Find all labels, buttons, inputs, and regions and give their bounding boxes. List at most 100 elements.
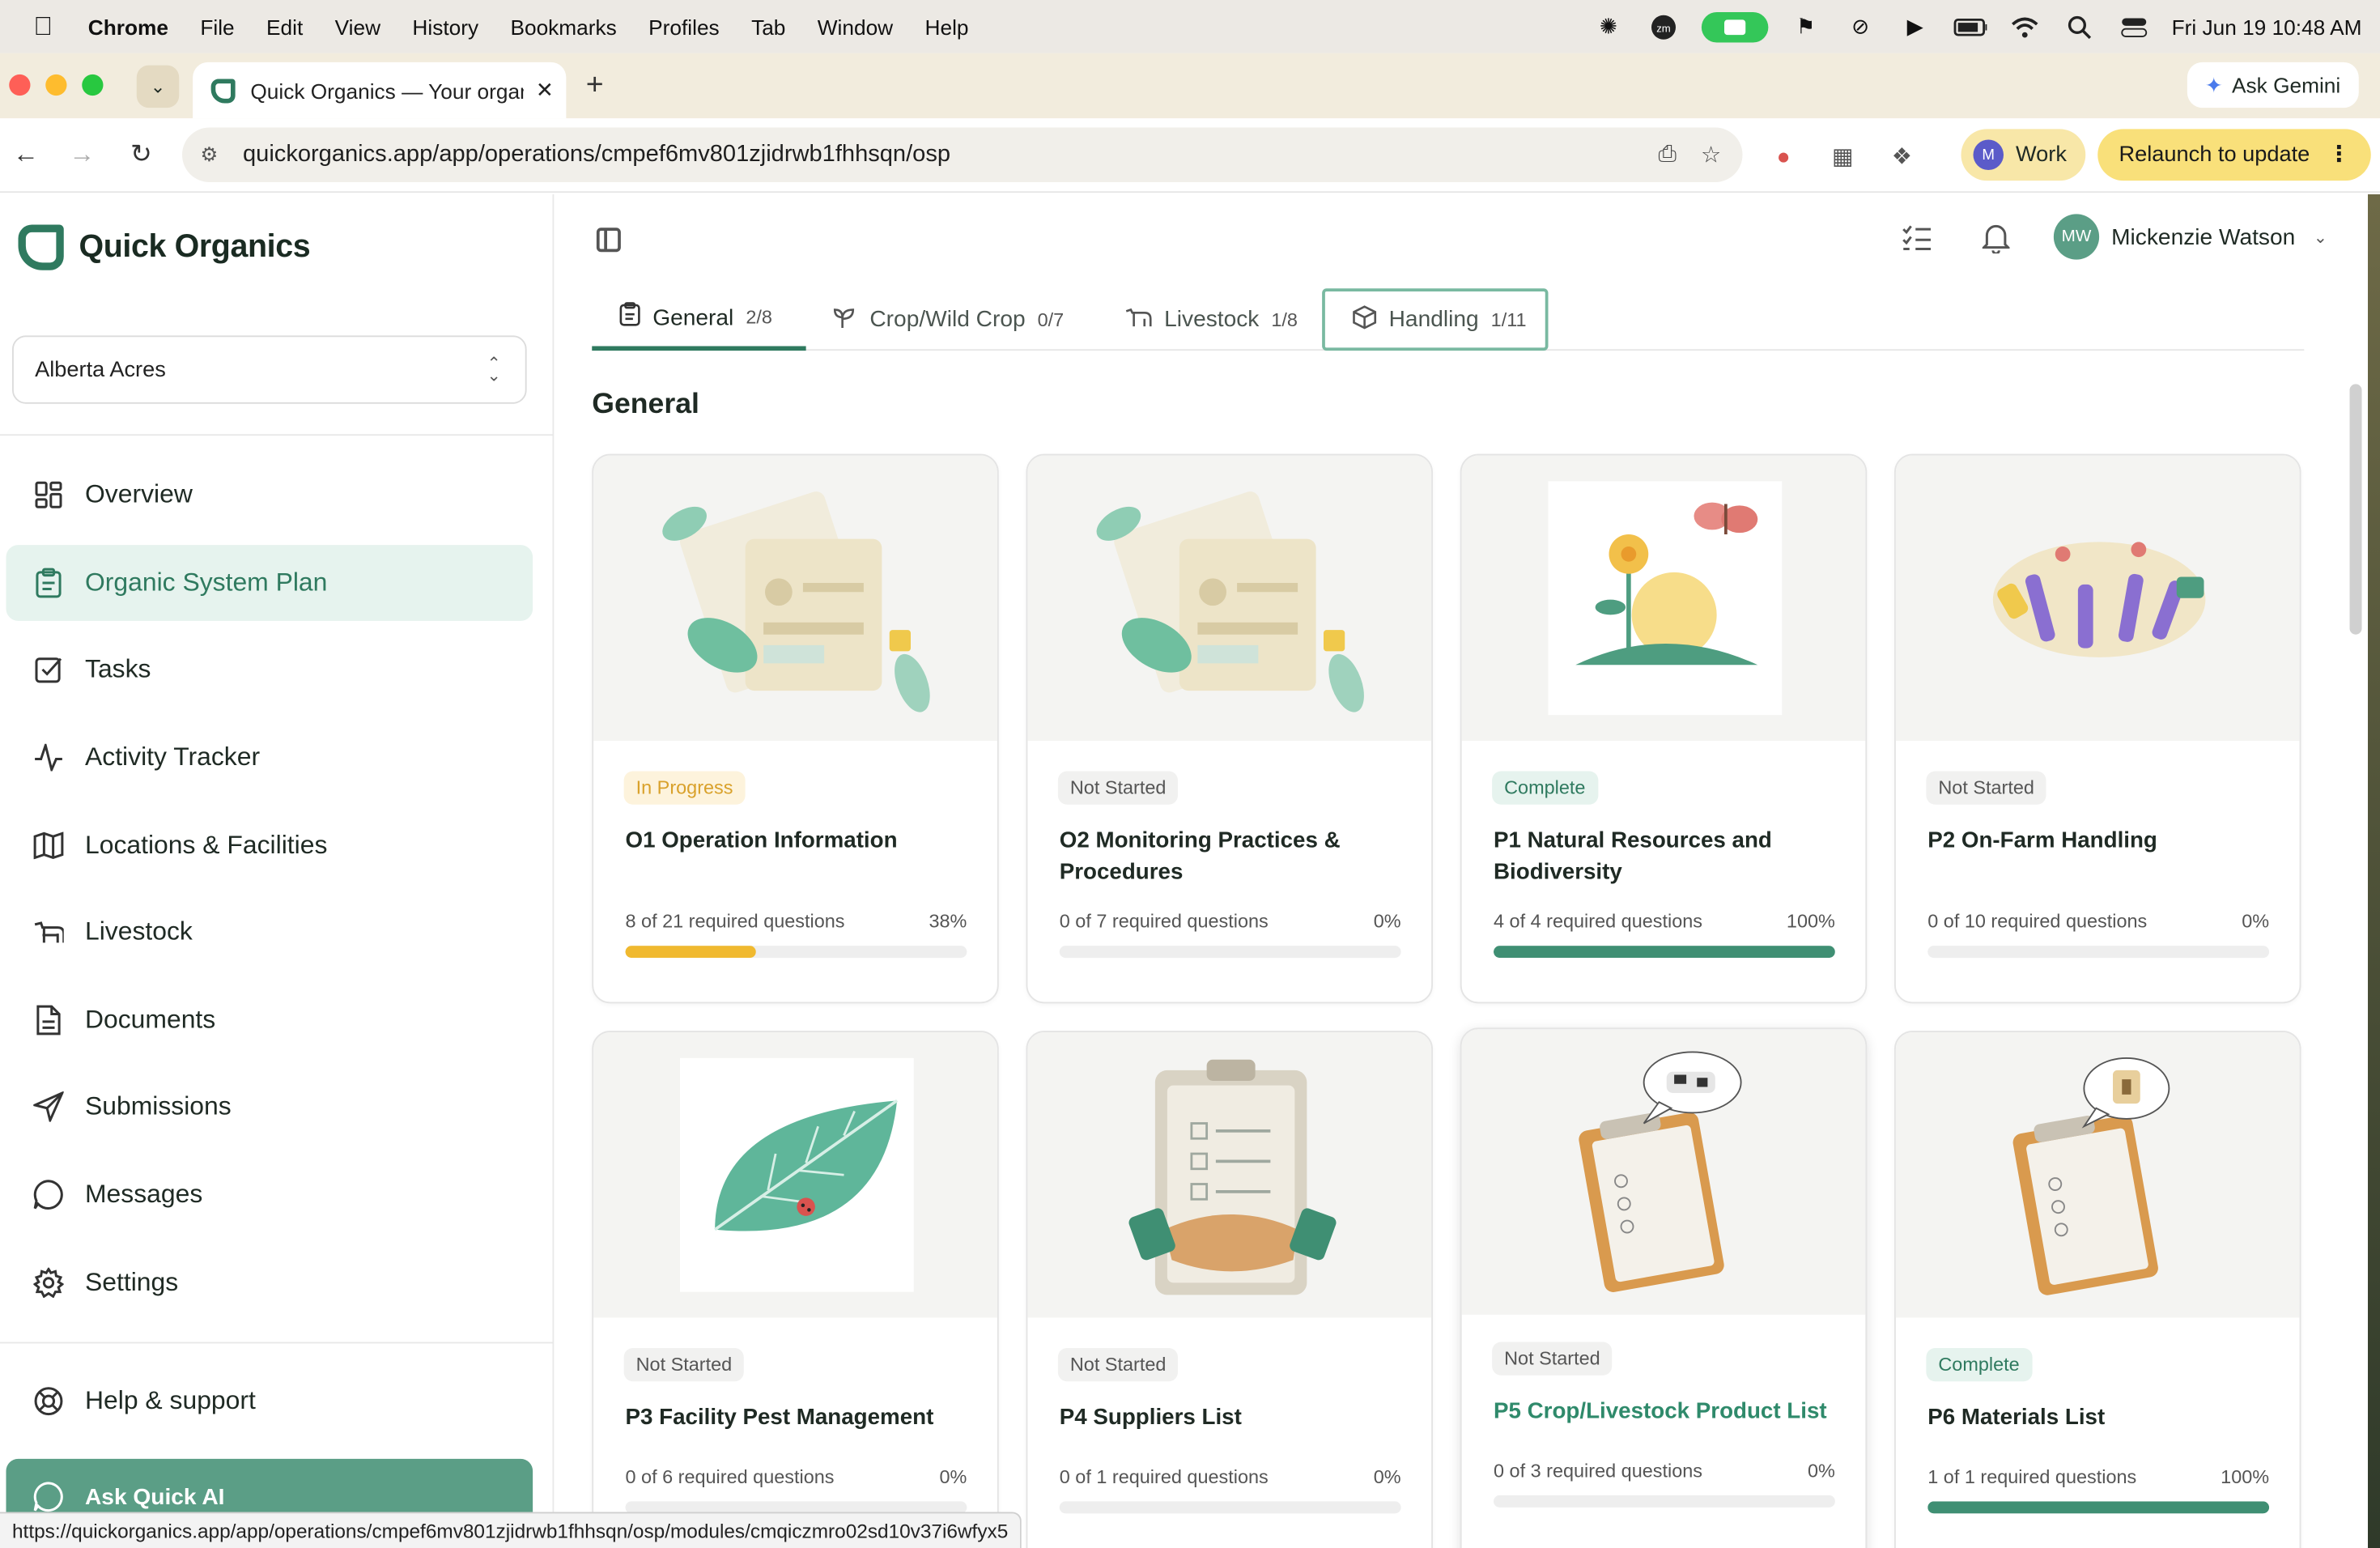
menu-tab[interactable]: Tab <box>751 15 785 39</box>
wifi-icon[interactable] <box>2008 13 2041 40</box>
card-title: P4 Suppliers List <box>1059 1406 1242 1431</box>
ask-gemini-button[interactable]: ✦ Ask Gemini <box>2187 62 2359 108</box>
user-menu[interactable]: MW Mickenzie Watson ⌄ <box>2053 214 2327 260</box>
flag-status-icon[interactable]: ⚑ <box>1789 13 1822 40</box>
relaunch-to-update-button[interactable]: Relaunch to update ⋮ <box>2097 129 2372 181</box>
menu-edit[interactable]: Edit <box>266 15 303 39</box>
extension-strawberry-icon[interactable]: ● <box>1767 140 1800 173</box>
tab-crop-wild-crop[interactable]: Crop/Wild Crop 0/7 <box>806 288 1091 351</box>
menu-help[interactable]: Help <box>925 15 969 39</box>
extension-shield-icon[interactable]: ▦ <box>1826 140 1859 173</box>
window-zoom-button[interactable] <box>82 74 104 96</box>
site-info-icon[interactable]: ⚙ <box>201 142 228 167</box>
tab-count: 1/8 <box>1271 308 1298 330</box>
no-entry-status-icon[interactable]: ⊘ <box>1844 13 1877 40</box>
sidebar-item-activity-tracker[interactable]: Activity Tracker <box>6 720 533 796</box>
ask-gemini-label: Ask Gemini <box>2232 73 2341 97</box>
menu-app-name[interactable]: Chrome <box>88 15 168 39</box>
reload-icon[interactable]: ↻ <box>125 138 158 172</box>
favicon-icon <box>210 78 236 103</box>
zoom-status-icon[interactable]: zm <box>1647 13 1680 40</box>
menubar-clock[interactable]: Fri Jun 19 10:48 AM <box>2172 15 2362 39</box>
bookmark-star-icon[interactable]: ☆ <box>1701 141 1721 168</box>
profile-work-button[interactable]: M Work <box>1961 129 2085 181</box>
sidebar-item-settings[interactable]: Settings <box>6 1245 533 1321</box>
sidebar-item-documents[interactable]: Documents <box>6 982 533 1058</box>
card-title: P3 Facility Pest Management <box>625 1406 934 1431</box>
main-content: MW Mickenzie Watson ⌄ General 2/8 Crop/W… <box>554 194 2380 1548</box>
address-bar-url[interactable]: quickorganics.app/app/operations/cmpef6m… <box>243 141 950 168</box>
tab-general[interactable]: General 2/8 <box>592 288 806 351</box>
browser-tab-active[interactable]: Quick Organics — Your organi ✕ <box>193 62 567 119</box>
sidebar-item-submissions[interactable]: Submissions <box>6 1069 533 1145</box>
control-center-icon[interactable] <box>2117 13 2150 40</box>
tab-close-icon[interactable]: ✕ <box>536 78 554 104</box>
sprout-icon <box>833 304 857 335</box>
tab-handling[interactable]: Handling 1/11 <box>1322 288 1549 351</box>
required-questions: 0 of 1 required questions <box>1059 1466 1269 1488</box>
module-card-p2[interactable]: Not Started P2 On-Farm Handling 0 of 10 … <box>1894 453 2301 1004</box>
card-title: O2 Monitoring Practices & Procedures <box>1059 828 1341 886</box>
bell-icon[interactable] <box>1979 222 2012 255</box>
install-app-icon[interactable]: ⎙ <box>1658 141 1677 168</box>
address-bar[interactable]: ⚙ quickorganics.app/app/operations/cmpef… <box>182 127 1743 182</box>
sidebar-collapse-icon[interactable] <box>596 228 621 253</box>
required-questions: 0 of 6 required questions <box>625 1466 835 1488</box>
forward-arrow-icon[interactable]: → <box>66 138 99 172</box>
menu-window[interactable]: Window <box>818 15 893 39</box>
window-minimize-button[interactable] <box>45 74 67 96</box>
avatar: MW <box>2053 214 2100 260</box>
menu-file[interactable]: File <box>200 15 234 39</box>
window-close-button[interactable] <box>9 74 31 96</box>
module-card-p4[interactable]: Not Started P4 Suppliers List 0 of 1 req… <box>1026 1031 1433 1548</box>
module-card-p1[interactable]: Complete P1 Natural Resources and Biodiv… <box>1460 453 1868 1004</box>
extensions-puzzle-icon[interactable]: ❖ <box>1885 140 1919 173</box>
sidebar-item-help-support[interactable]: Help & support <box>6 1363 533 1440</box>
progress-percent: 100% <box>1786 911 1835 933</box>
progress-bar <box>1927 946 2270 959</box>
lifebuoy-icon <box>33 1386 64 1417</box>
page-scrollbar[interactable] <box>2349 384 2362 635</box>
sidebar-item-livestock[interactable]: Livestock <box>6 894 533 970</box>
sidebar-item-overview[interactable]: Overview <box>6 457 533 533</box>
menu-profiles[interactable]: Profiles <box>648 15 720 39</box>
module-card-p3[interactable]: Not Started P3 Facility Pest Management … <box>592 1031 999 1548</box>
battery-icon[interactable] <box>1953 13 1987 40</box>
user-name: Mickenzie Watson <box>2111 223 2296 250</box>
camera-in-use-icon[interactable] <box>1701 11 1768 42</box>
module-card-o1[interactable]: In Progress O1 Operation Information 8 o… <box>592 453 999 1004</box>
required-questions: 4 of 4 required questions <box>1494 911 1702 933</box>
spotlight-search-icon[interactable] <box>2063 13 2096 40</box>
menu-view[interactable]: View <box>335 15 380 39</box>
sparkle-status-icon[interactable]: ✺ <box>1592 13 1625 40</box>
new-tab-plus-icon[interactable]: + <box>586 68 604 103</box>
checkbox-icon <box>33 654 64 685</box>
play-status-icon[interactable]: ▶ <box>1898 13 1932 40</box>
module-card-p6[interactable]: Complete P6 Materials List 1 of 1 requir… <box>1894 1031 2301 1548</box>
checklist-icon[interactable] <box>1901 222 1934 255</box>
tab-livestock[interactable]: Livestock 1/8 <box>1098 288 1325 351</box>
operation-selector[interactable]: Alberta Acres ⌃ ⌄ <box>12 335 527 404</box>
status-badge: Not Started <box>1492 1342 1613 1376</box>
sidebar-item-locations-facilities[interactable]: Locations & Facilities <box>6 808 533 884</box>
tab-search-dropdown-icon[interactable]: ⌄ <box>136 65 180 108</box>
apple-icon[interactable]:  <box>33 11 57 42</box>
desktop-background <box>2368 194 2380 1548</box>
brand-logo[interactable]: Quick Organics <box>18 224 311 270</box>
progress-percent: 0% <box>1373 911 1401 933</box>
menu-bookmarks[interactable]: Bookmarks <box>510 15 616 39</box>
sidebar-item-messages[interactable]: Messages <box>6 1157 533 1233</box>
sidebar-item-tasks[interactable]: Tasks <box>6 632 533 708</box>
back-arrow-icon[interactable]: ← <box>9 138 42 172</box>
menu-history[interactable]: History <box>412 15 478 39</box>
module-card-o2[interactable]: Not Started O2 Monitoring Practices & Pr… <box>1026 453 1433 1004</box>
progress-bar <box>1927 1501 2270 1514</box>
card-title: O1 Operation Information <box>625 828 898 853</box>
sidebar-item-label: Activity Tracker <box>85 742 261 772</box>
clipboard-handshake-illustration <box>1027 1032 1432 1318</box>
status-badge: In Progress <box>623 771 746 805</box>
gemini-sparkle-icon: ✦ <box>2204 72 2223 97</box>
module-card-p5[interactable]: Not Started P5 Crop/Livestock Product Li… <box>1460 1027 1868 1548</box>
sidebar-item-organic-system-plan[interactable]: Organic System Plan <box>6 545 533 621</box>
card-title: P5 Crop/Livestock Product List <box>1494 1399 1827 1424</box>
